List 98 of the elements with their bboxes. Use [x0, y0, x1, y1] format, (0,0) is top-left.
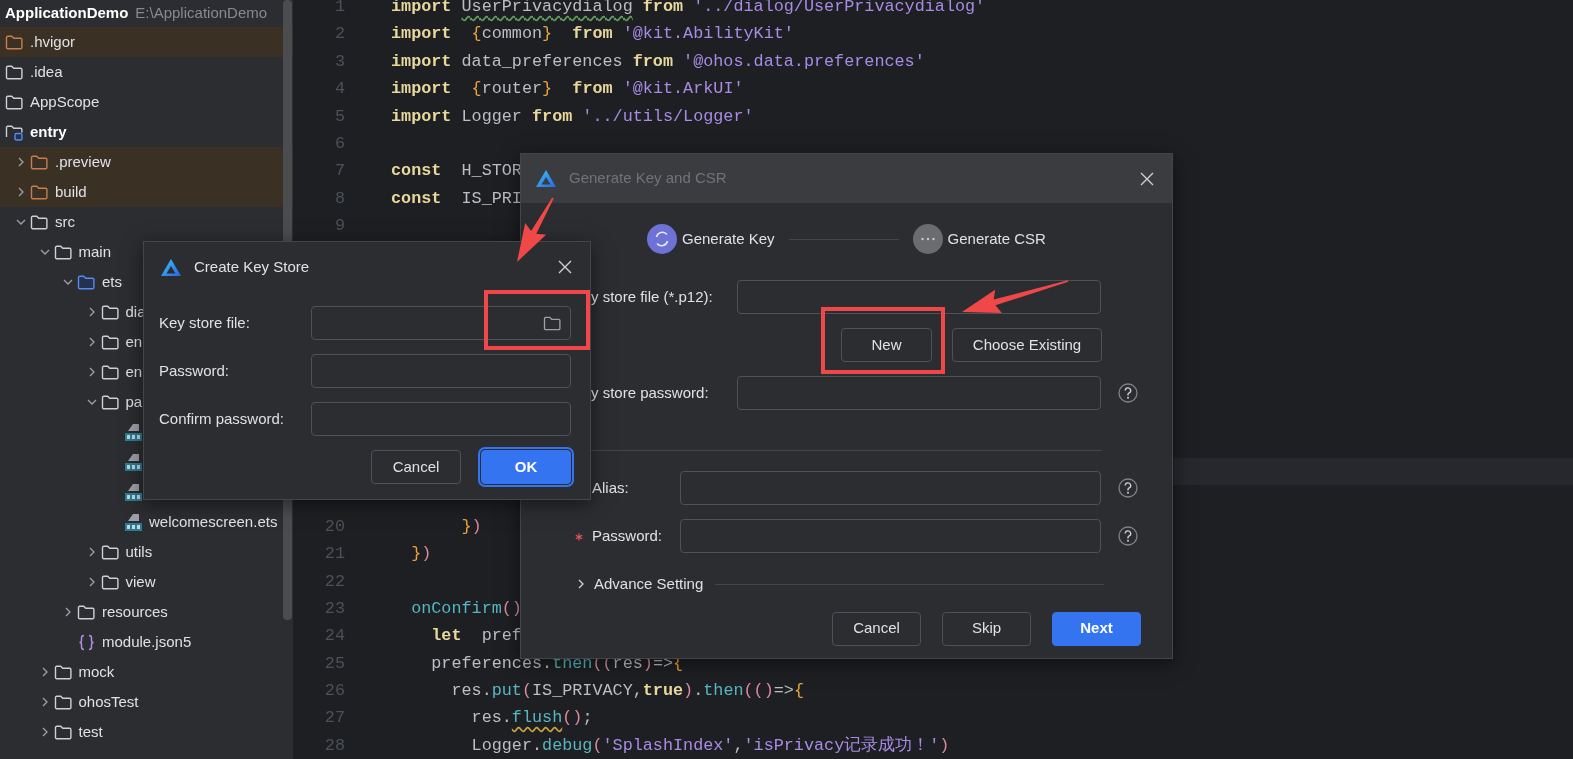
file-icon: [124, 512, 143, 532]
folder-icon: [77, 273, 96, 291]
folder-icon: [5, 33, 24, 51]
tree-item[interactable]: test: [78, 720, 103, 744]
code-line: res.flush();: [470, 707, 593, 730]
dialog-title: Generate Key and CSR: [569, 168, 727, 189]
code-line: const IS_PRI: [390, 187, 522, 210]
code-line: let pref: [430, 625, 522, 648]
close-icon: [558, 260, 572, 274]
chevron-down-icon[interactable]: [39, 247, 50, 257]
input-field[interactable]: [680, 519, 1101, 553]
tree-item[interactable]: AppScope: [30, 90, 100, 114]
braces-icon: [77, 632, 96, 652]
primary-button[interactable]: Next: [1052, 611, 1141, 646]
folder-icon: [77, 603, 96, 621]
chevron-down-icon[interactable]: [86, 397, 97, 407]
input-field[interactable]: [311, 402, 571, 436]
input-field[interactable]: [311, 354, 571, 388]
tree-item[interactable]: pa: [125, 390, 143, 414]
folder-icon: [100, 393, 120, 411]
file-icon: [124, 452, 143, 472]
logo-icon: [535, 169, 557, 188]
dialog-button[interactable]: New: [841, 328, 932, 362]
tree-item[interactable]: ohosTest: [78, 690, 139, 714]
folder-icon: [53, 663, 73, 681]
step-label: Generate Key: [682, 228, 775, 249]
code-line: Logger.debug('SplashIndex','isPrivacy记录成功！'): [470, 734, 950, 757]
code-line: }): [410, 543, 432, 566]
input-field[interactable]: [737, 280, 1101, 314]
field-label: Password:: [592, 525, 664, 546]
code-line: import data_preferences from '@ohos.data.preferences': [390, 50, 925, 73]
field-label: Alias:: [592, 477, 630, 498]
code-line: import Logger from '../utils/Logger': [390, 105, 754, 128]
tree-item[interactable]: .idea: [30, 60, 63, 84]
dialog-button[interactable]: Choose Existing: [952, 328, 1102, 362]
dialog-button[interactable]: Cancel: [371, 450, 461, 484]
tree-item[interactable]: resources: [102, 600, 168, 624]
tree-item[interactable]: build: [55, 180, 87, 204]
dialog-button[interactable]: Cancel: [832, 611, 921, 646]
tree-item[interactable]: ets: [102, 270, 122, 294]
field-label: Password:: [159, 360, 231, 381]
tree-item[interactable]: entry: [30, 120, 67, 144]
folder-icon: [543, 315, 562, 331]
project-path: E:\ApplicationDemo: [135, 3, 268, 24]
folder-icon: [5, 93, 24, 111]
tree-item[interactable]: mock: [78, 660, 115, 684]
file-icon: [124, 422, 143, 442]
section-toggle[interactable]: Advance Setting: [594, 573, 704, 596]
field-label: Confirm password:: [159, 408, 286, 429]
tree-item[interactable]: module.json5: [102, 630, 192, 654]
chevron-down-icon[interactable]: [16, 217, 26, 227]
folder-icon: [30, 153, 49, 171]
module-folder-icon: [5, 123, 24, 141]
folder-icon: [100, 333, 120, 351]
field-label: y store password:: [591, 382, 710, 403]
close-icon: [1140, 171, 1154, 186]
field-label: Key store file:: [159, 312, 251, 333]
tree-item[interactable]: en: [125, 360, 143, 384]
dialog-button[interactable]: Skip: [942, 611, 1031, 646]
folder-icon: [30, 213, 49, 231]
input-field[interactable]: [680, 471, 1101, 505]
code-line: import {router} from '@kit.ArkUI': [390, 78, 744, 101]
folder-icon: [100, 573, 120, 591]
tree-item[interactable]: main: [78, 240, 111, 264]
tree-item[interactable]: view: [125, 570, 156, 594]
tree-item[interactable]: en: [125, 330, 143, 354]
chevron-right-icon[interactable]: [16, 157, 26, 167]
chevron-right-icon[interactable]: [63, 607, 73, 617]
code-line: import {common} from '@kit.AbilityKit': [390, 23, 794, 46]
code-line: res.put(IS_PRIVACY,true).then(()=>{: [450, 680, 804, 703]
folder-icon: [100, 543, 120, 561]
field-label: y store file (*.p12):: [591, 286, 714, 307]
tree-item[interactable]: welcomescreen.ets: [149, 510, 278, 534]
input-field[interactable]: [311, 306, 571, 340]
tree-item[interactable]: .preview: [55, 150, 111, 174]
tree-item[interactable]: utils: [125, 540, 153, 564]
tree-item[interactable]: src: [55, 210, 75, 234]
dialog-title: Create Key Store: [194, 256, 310, 277]
project-name: ApplicationDemo: [5, 3, 129, 24]
code-line: }): [460, 515, 482, 538]
folder-icon: [5, 63, 24, 81]
chevron-right-icon[interactable]: [576, 579, 586, 590]
file-icon: [124, 482, 143, 502]
logo-icon: [160, 257, 182, 277]
tree-item[interactable]: .hvigor: [30, 30, 76, 54]
code-line: const H_STOR: [390, 160, 522, 183]
input-field[interactable]: [737, 376, 1101, 410]
chevron-down-icon[interactable]: [63, 277, 73, 287]
step-label: Generate CSR: [947, 228, 1046, 249]
folder-icon: [53, 693, 73, 711]
code-line: onConfirm(): [410, 598, 522, 620]
chevron-right-icon[interactable]: [16, 187, 26, 197]
folder-icon: [53, 723, 73, 741]
primary-button[interactable]: OK: [481, 450, 571, 484]
folder-icon: [30, 183, 49, 201]
folder-icon: [53, 243, 73, 261]
folder-icon: [100, 363, 120, 381]
folder-icon: [100, 303, 120, 321]
